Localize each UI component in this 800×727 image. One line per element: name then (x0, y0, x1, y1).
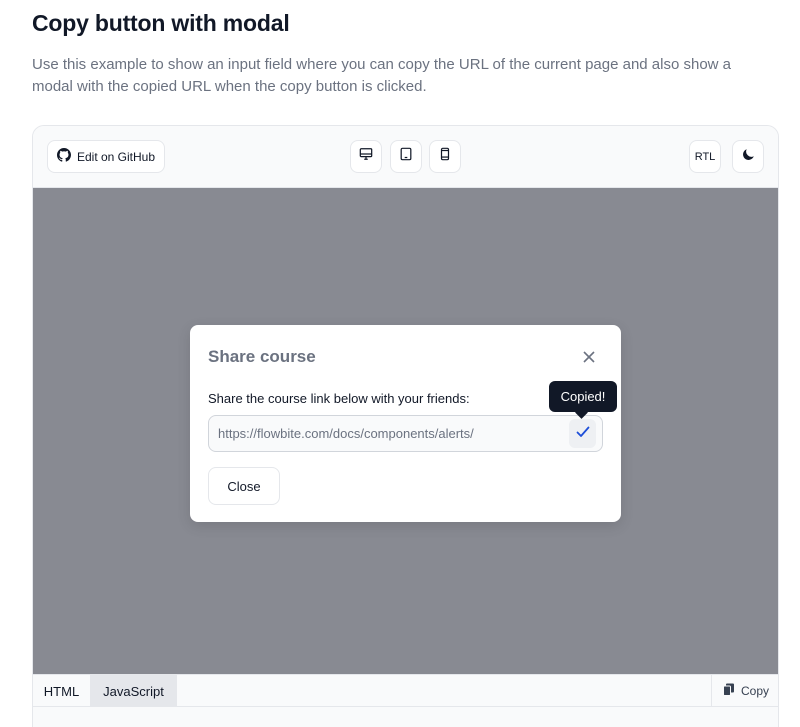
preview-toolbar: Edit on GitHub RTL (33, 126, 778, 188)
example-frame: Edit on GitHub RTL Share course Share th… (32, 125, 779, 727)
desktop-view-button[interactable] (350, 140, 382, 173)
check-icon (576, 425, 590, 443)
edit-on-github-button[interactable]: Edit on GitHub (47, 140, 165, 173)
copy-code-button[interactable]: Copy (711, 675, 778, 707)
clipboard-icon (722, 683, 735, 699)
close-button[interactable]: Close (208, 467, 280, 505)
mobile-view-button[interactable] (429, 140, 461, 173)
rtl-label: RTL (694, 150, 716, 163)
github-icon (56, 148, 71, 165)
url-field-group (208, 415, 603, 452)
code-block (33, 707, 778, 727)
dark-mode-toggle-button[interactable] (732, 140, 764, 173)
desktop-icon (359, 147, 373, 166)
moon-icon (742, 148, 755, 166)
copy-url-button[interactable] (569, 419, 596, 448)
modal-title: Share course (208, 347, 316, 366)
preview-area-backdrop[interactable]: Share course Share the course link below… (33, 188, 778, 674)
copied-tooltip: Copied! (549, 381, 617, 412)
rtl-toggle-button[interactable]: RTL (689, 140, 721, 173)
page-title: Copy button with modal (32, 10, 290, 36)
tab-javascript[interactable]: JavaScript (90, 675, 177, 707)
share-course-modal: Share course Share the course link below… (190, 325, 621, 522)
code-tabs-bar: HTML JavaScript Copy (33, 674, 778, 707)
tablet-view-button[interactable] (390, 140, 422, 173)
share-link-label: Share the course link below with your fr… (208, 391, 470, 406)
mobile-icon (438, 147, 452, 166)
copy-code-label: Copy (740, 684, 769, 698)
edit-on-github-label: Edit on GitHub (76, 149, 156, 164)
page-description: Use this example to show an input field … (32, 56, 732, 95)
modal-close-button[interactable] (578, 348, 600, 370)
course-url-input[interactable] (209, 416, 564, 451)
close-icon (583, 350, 595, 368)
tablet-icon (399, 147, 413, 166)
tab-html[interactable]: HTML (33, 675, 90, 707)
